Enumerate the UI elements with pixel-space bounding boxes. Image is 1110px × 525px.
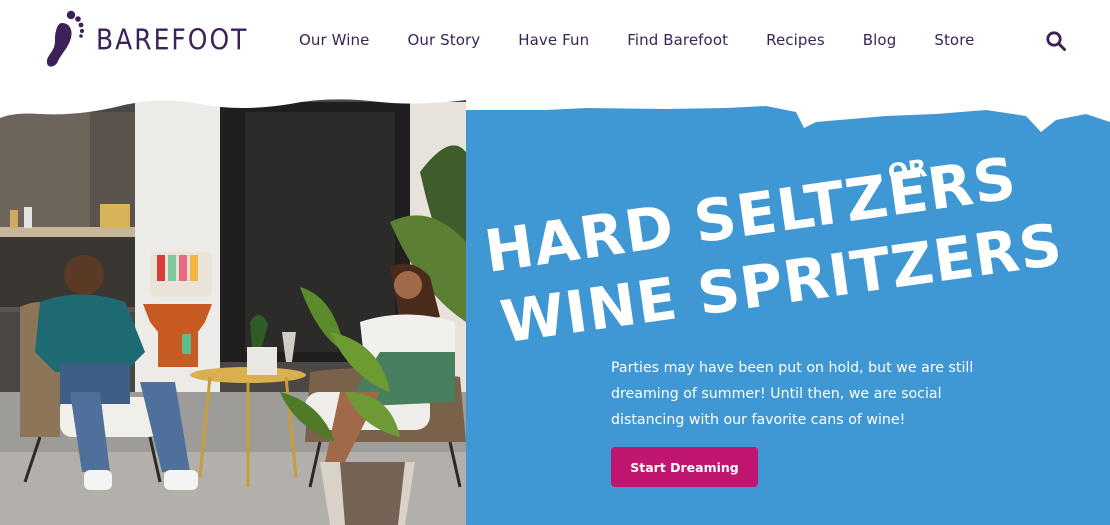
nav-item-our-wine[interactable]: Our Wine (299, 31, 369, 49)
start-dreaming-button[interactable]: Start Dreaming (611, 447, 758, 487)
site-header: BAREFOOT Our Wine Our Story Have Fun Fin… (0, 0, 1110, 92)
torn-edge-decoration (0, 92, 466, 118)
search-icon[interactable] (1044, 29, 1068, 53)
nav-item-recipes[interactable]: Recipes (766, 31, 825, 49)
hero-blue-panel (466, 106, 1110, 525)
nav-item-find-barefoot[interactable]: Find Barefoot (627, 31, 728, 49)
nav-item-store[interactable]: Store (934, 31, 974, 49)
hero-section (0, 92, 1110, 525)
nav-item-blog[interactable]: Blog (863, 31, 897, 49)
hero-photo (0, 92, 466, 525)
main-nav: Our Wine Our Story Have Fun Find Barefoo… (299, 31, 974, 49)
nav-item-our-story[interactable]: Our Story (407, 31, 480, 49)
brand-name: BAREFOOT (96, 22, 249, 56)
footprint-icon (46, 10, 85, 67)
nav-item-have-fun[interactable]: Have Fun (518, 31, 589, 49)
brand-logo[interactable]: BAREFOOT (44, 8, 248, 70)
hero-body-text: Parties may have been put on hold, but w… (611, 360, 974, 428)
